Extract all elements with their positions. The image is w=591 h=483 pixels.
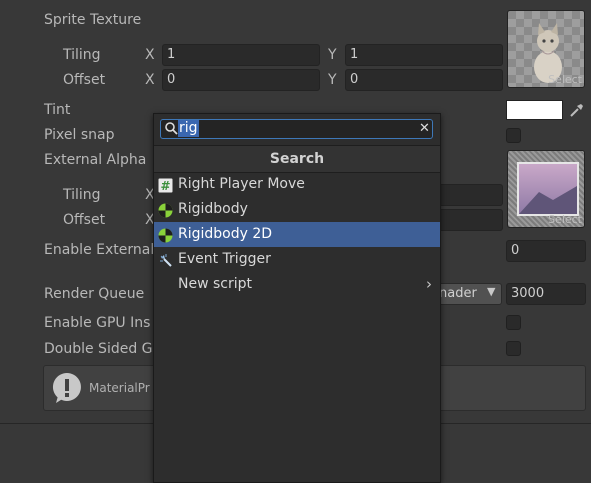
tint-label: Tint: [44, 102, 71, 118]
external-alpha-thumbnail[interactable]: Select: [507, 150, 585, 228]
search-input[interactable]: rig ✕: [160, 119, 433, 139]
render-queue-field[interactable]: 3000: [506, 283, 586, 305]
list-item-label: Right Player Move: [178, 176, 305, 192]
sprite-tiling-label: Tiling: [63, 47, 101, 63]
landscape-image-icon: [517, 162, 579, 216]
list-item-label: Event Trigger: [178, 251, 271, 267]
enable-gpu-checkbox[interactable]: [506, 315, 521, 330]
external-alpha-label: External Alpha: [44, 152, 147, 168]
sprite-tiling-x-label: X: [145, 47, 155, 63]
alpha-tiling-label: Tiling: [63, 187, 101, 203]
enable-gpu-label: Enable GPU Ins: [44, 315, 151, 331]
render-queue-label: Render Queue: [44, 286, 145, 302]
list-item-label: Rigidbody 2D: [178, 226, 273, 242]
list-item-rigidbody[interactable]: Rigidbody: [154, 197, 440, 222]
double-sided-label: Double Sided G: [44, 341, 153, 357]
search-query: rig: [178, 120, 199, 137]
render-queue-dropdown-value: nader: [439, 286, 477, 301]
enable-external-field[interactable]: 0: [506, 240, 586, 262]
rigidbody2d-icon: [158, 227, 173, 243]
chevron-right-icon: ›: [426, 275, 432, 293]
dropdown-arrow-icon: ▼: [487, 285, 496, 298]
list-item-label: Rigidbody: [178, 201, 248, 217]
svg-text:#: #: [160, 179, 170, 193]
sprite-offset-x-label: X: [145, 72, 155, 88]
list-item-label: New script: [178, 276, 252, 292]
warning-icon: [52, 372, 82, 404]
rigidbody-icon: [158, 202, 173, 218]
event-trigger-icon: [158, 252, 173, 267]
list-item-new-script[interactable]: New script ›: [154, 272, 440, 297]
clear-search-icon[interactable]: ✕: [419, 121, 430, 137]
list-item-event-trigger[interactable]: Event Trigger: [154, 247, 440, 272]
double-sided-checkbox[interactable]: [506, 341, 521, 356]
search-header: Search: [154, 145, 440, 173]
sprite-offset-x-field[interactable]: 0: [162, 69, 320, 91]
sprite-texture-thumbnail[interactable]: Select: [507, 10, 585, 88]
pixel-snap-label: Pixel snap: [44, 127, 115, 143]
help-box-text: MaterialPr: [89, 381, 150, 395]
tint-color-swatch[interactable]: [506, 100, 563, 120]
list-item-rigidbody-2d[interactable]: Rigidbody 2D: [154, 222, 440, 247]
enable-external-label: Enable External: [44, 242, 155, 258]
sprite-offset-label: Offset: [63, 72, 106, 88]
sprite-select-label[interactable]: Select: [548, 73, 582, 86]
list-item-right-player-move[interactable]: # Right Player Move: [154, 172, 440, 197]
alpha-select-label[interactable]: Select: [548, 213, 582, 226]
search-icon: [164, 121, 178, 135]
add-component-popup[interactable]: rig ✕ Search # Right Player Move Rigidbo…: [153, 113, 441, 483]
alpha-offset-label: Offset: [63, 212, 106, 228]
pixel-snap-checkbox[interactable]: [506, 128, 521, 143]
eyedropper-icon[interactable]: [566, 100, 586, 120]
sprite-tiling-y-field[interactable]: 1: [345, 44, 503, 66]
sprite-offset-y-field[interactable]: 0: [345, 69, 503, 91]
sprite-texture-label: Sprite Texture: [44, 12, 142, 28]
sprite-tiling-y-label: Y: [328, 47, 337, 63]
sprite-tiling-x-field[interactable]: 1: [162, 44, 320, 66]
sprite-offset-y-label: Y: [328, 72, 337, 88]
script-icon: #: [158, 177, 173, 193]
